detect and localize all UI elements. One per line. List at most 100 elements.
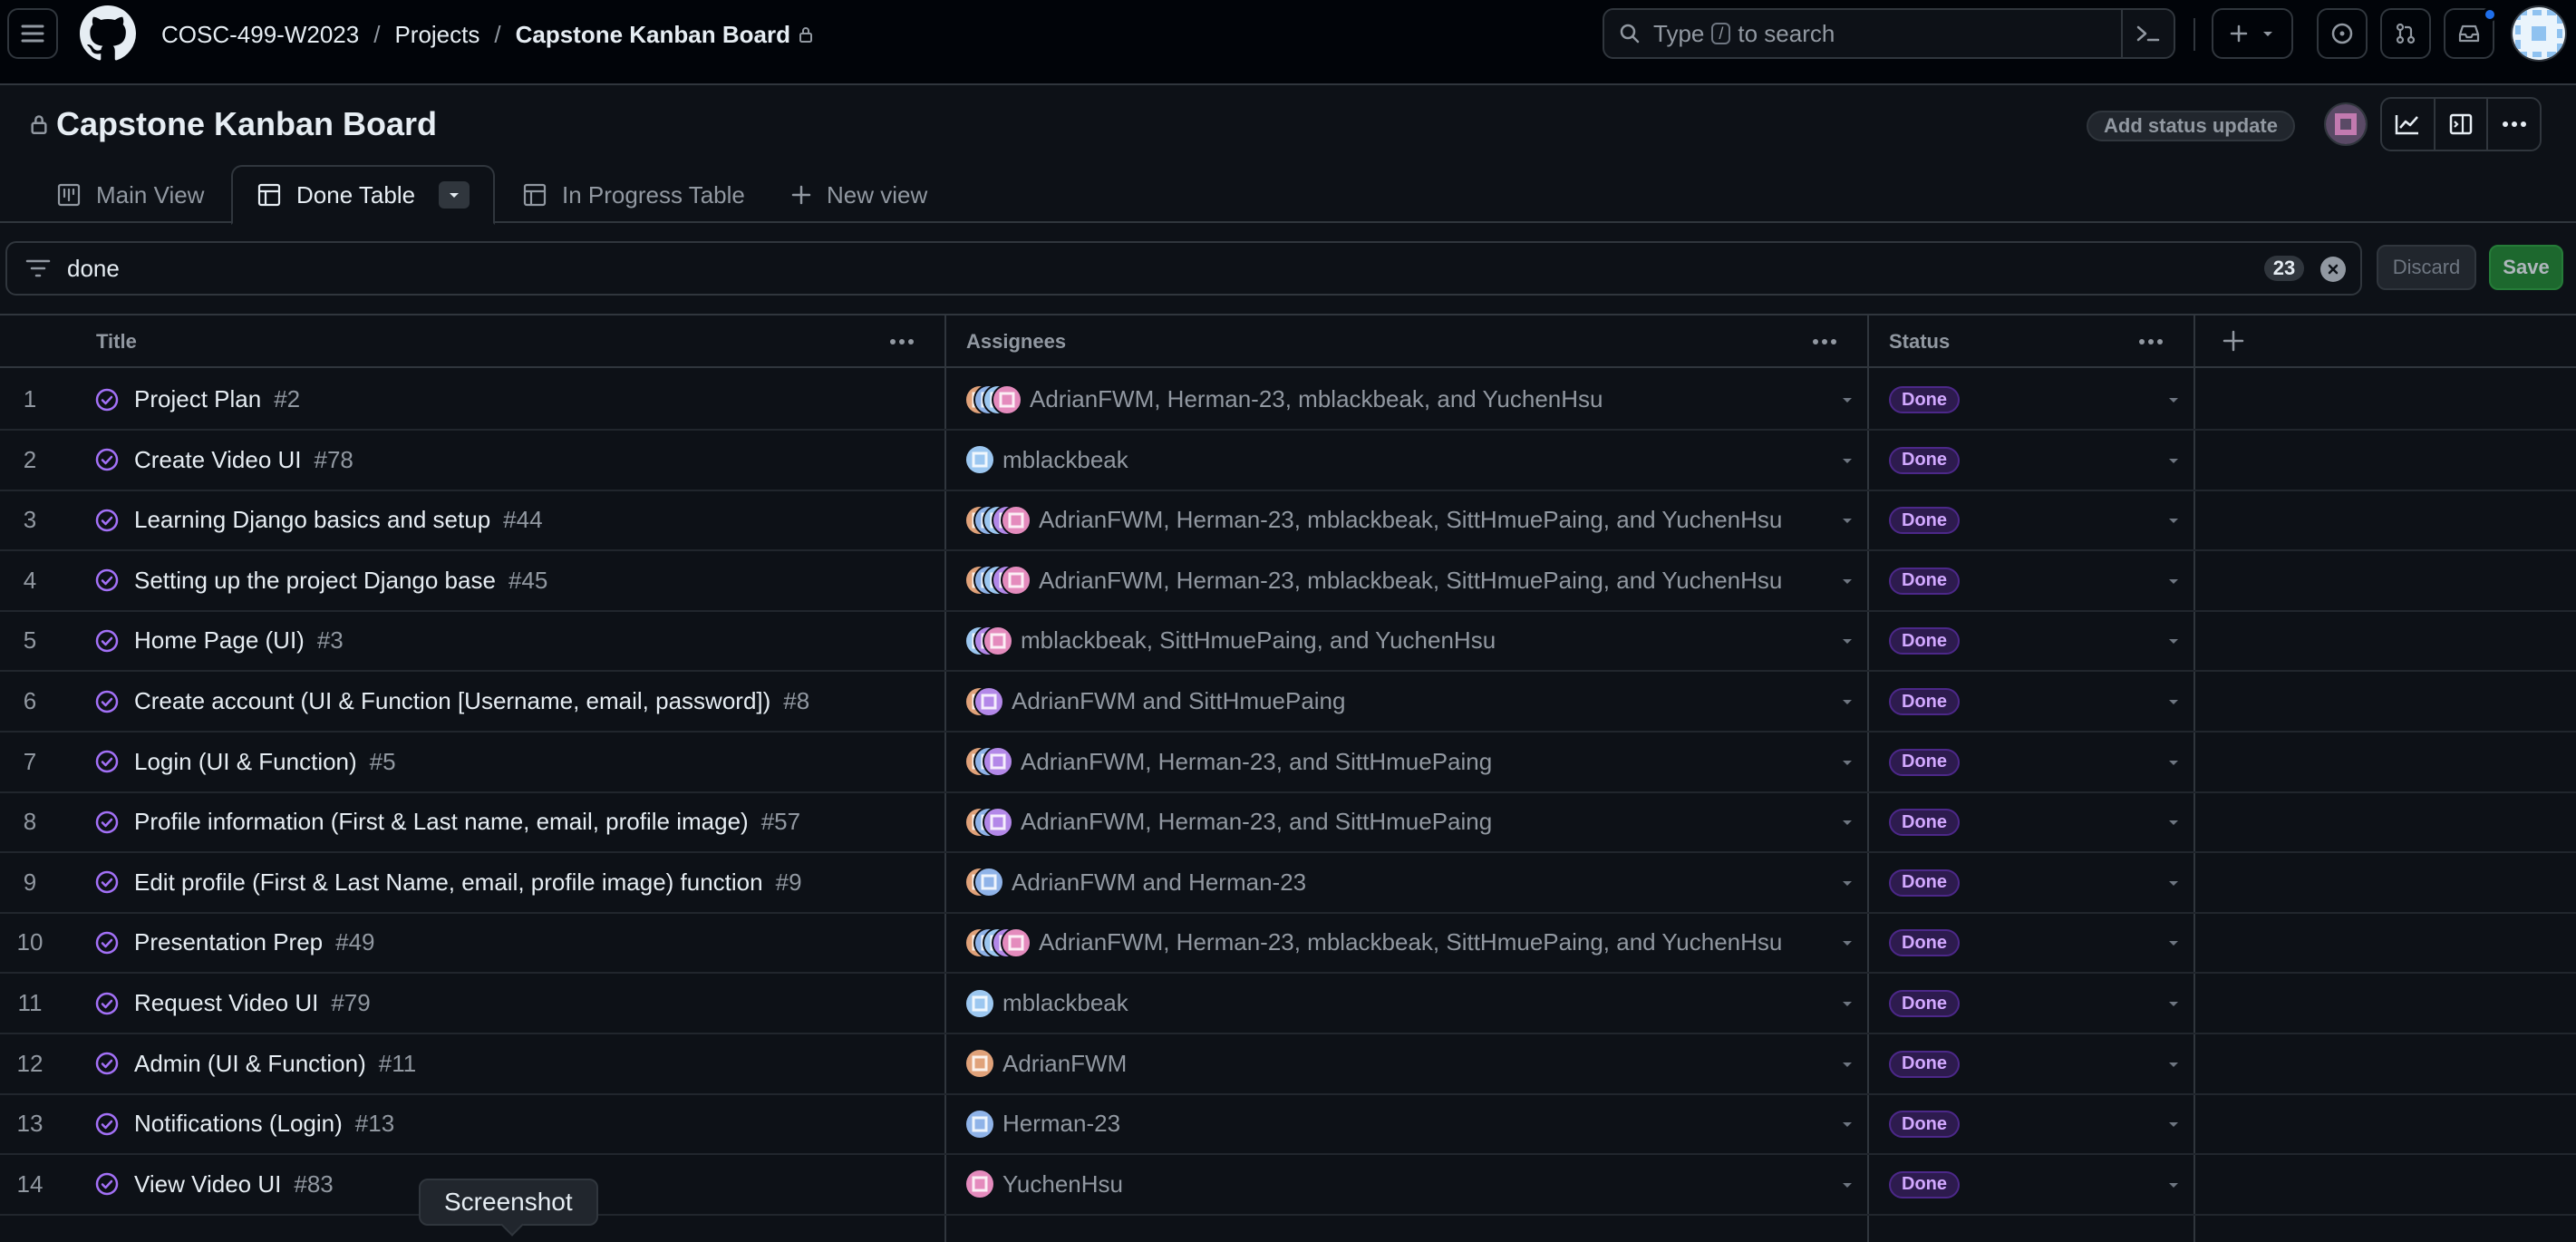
issue-title-link[interactable]: Home Page (UI) (134, 626, 305, 655)
assignees-cell[interactable]: AdrianFWM, Herman-23, and SittHmuePaing (964, 733, 1492, 791)
command-palette-button[interactable] (2121, 10, 2174, 57)
assignees-cell[interactable]: AdrianFWM and SittHmuePaing (964, 672, 1345, 731)
assignees-dropdown-icon[interactable] (1840, 819, 1855, 828)
column-menu-button[interactable] (1811, 328, 1838, 355)
table-row[interactable]: 8 Profile information (First & Last name,… (0, 792, 2576, 854)
status-dropdown-icon[interactable] (2166, 1061, 2181, 1070)
issue-title-link[interactable]: Profile information (First & Last name, … (134, 808, 749, 836)
table-row[interactable]: 14 View Video UI #83 YuchenHsu Done (0, 1155, 2576, 1216)
discard-button[interactable]: Discard (2377, 245, 2476, 290)
table-row[interactable]: 4 Setting up the project Django base #45 Ad… (0, 551, 2576, 612)
assignees-cell[interactable]: AdrianFWM, Herman-23, mblackbeak, and Yu… (964, 370, 1603, 429)
assignees-dropdown-icon[interactable] (1840, 759, 1855, 768)
clear-filter-button[interactable] (2320, 257, 2346, 282)
hamburger-menu-button[interactable] (7, 8, 58, 59)
issues-button[interactable] (2317, 8, 2368, 59)
issue-title-link[interactable]: View Video UI (134, 1170, 281, 1198)
table-row[interactable]: 5 Home Page (UI) #3 mblackbeak, SittHmuePai… (0, 611, 2576, 673)
table-row[interactable]: 10 Presentation Prep #49 AdrianFWM, Herman-… (0, 913, 2576, 975)
table-row[interactable]: 3 Learning Django basics and setup #44 Adri… (0, 490, 2576, 552)
issue-title-link[interactable]: Login (UI & Function) (134, 748, 357, 776)
status-dropdown-icon[interactable] (2166, 457, 2181, 466)
status-dropdown-icon[interactable] (2166, 517, 2181, 526)
tab-in-progress-table[interactable]: In Progress Table (522, 165, 745, 225)
assignees-dropdown-icon[interactable] (1840, 577, 1855, 587)
assignees-dropdown-icon[interactable] (1840, 517, 1855, 526)
status-dropdown-icon[interactable] (2166, 1000, 2181, 1009)
status-dropdown-icon[interactable] (2166, 759, 2181, 768)
tab-done-table[interactable]: Done Table (231, 165, 496, 225)
assignees-dropdown-icon[interactable] (1840, 879, 1855, 888)
status-dropdown-icon[interactable] (2166, 637, 2181, 646)
issue-title-link[interactable]: Admin (UI & Function) (134, 1050, 366, 1078)
table-row[interactable]: 12 Admin (UI & Function) #11 AdrianFWM Done (0, 1034, 2576, 1095)
assignees-cell[interactable]: AdrianFWM, Herman-23, and SittHmuePaing (964, 792, 1492, 851)
title-cell[interactable]: Learning Django basics and setup #44 (94, 490, 543, 549)
user-avatar[interactable] (2511, 5, 2567, 62)
add-status-update-button[interactable]: Add status update (2087, 111, 2295, 141)
breadcrumb-projects-link[interactable]: Projects (394, 21, 479, 49)
assignees-dropdown-icon[interactable] (1840, 637, 1855, 646)
filter-input[interactable]: done 23 (5, 241, 2362, 296)
tab-main-view[interactable]: Main View (56, 165, 204, 225)
assignees-cell[interactable]: mblackbeak, SittHmuePaing, and YuchenHsu (964, 611, 1496, 670)
assignees-dropdown-icon[interactable] (1840, 396, 1855, 405)
table-row[interactable]: 1 Project Plan #2 AdrianFWM, Herman-23, mbl… (0, 370, 2576, 431)
new-view-button[interactable]: New view (790, 165, 927, 225)
notifications-button[interactable] (2444, 7, 2497, 59)
assignees-dropdown-icon[interactable] (1840, 939, 1855, 948)
assignees-cell[interactable]: AdrianFWM, Herman-23, mblackbeak, SittHm… (964, 551, 1782, 610)
breadcrumb-project-link[interactable]: Capstone Kanban Board (516, 21, 790, 49)
issue-title-link[interactable]: Edit profile (First & Last Name, email, … (134, 868, 763, 897)
table-row[interactable]: 6 Create account (UI & Function [Username… (0, 672, 2576, 733)
issue-title-link[interactable]: Request Video UI (134, 989, 318, 1017)
title-cell[interactable]: Create account (UI & Function [Username,… (94, 672, 809, 731)
status-dropdown-icon[interactable] (2166, 396, 2181, 405)
save-button[interactable]: Save (2489, 245, 2563, 290)
issue-title-link[interactable]: Create Video UI (134, 446, 302, 474)
assignees-cell[interactable]: mblackbeak (964, 974, 1128, 1033)
assignees-dropdown-icon[interactable] (1840, 1000, 1855, 1009)
status-dropdown-icon[interactable] (2166, 1181, 2181, 1190)
pull-requests-button[interactable] (2380, 8, 2431, 59)
breadcrumb-org-link[interactable]: COSC-499-W2023 (161, 21, 359, 49)
table-row[interactable]: 2 Create Video UI #78 mblackbeak Done (0, 431, 2576, 491)
issue-title-link[interactable]: Notifications (Login) (134, 1110, 343, 1138)
status-dropdown-icon[interactable] (2166, 1121, 2181, 1130)
issue-title-link[interactable]: Learning Django basics and setup (134, 506, 490, 534)
status-dropdown-icon[interactable] (2166, 939, 2181, 948)
assignees-dropdown-icon[interactable] (1840, 1121, 1855, 1130)
title-cell[interactable]: Create Video UI #78 (94, 431, 353, 490)
title-cell[interactable]: View Video UI #83 (94, 1155, 334, 1214)
issue-title-link[interactable]: Presentation Prep (134, 928, 323, 956)
title-cell[interactable]: Notifications (Login) #13 (94, 1094, 394, 1153)
table-row[interactable]: 9 Edit profile (First & Last Name, email,… (0, 853, 2576, 914)
view-options-dropdown[interactable] (439, 181, 470, 209)
issue-title-link[interactable]: Project Plan (134, 385, 261, 413)
title-cell[interactable]: Request Video UI #79 (94, 974, 371, 1033)
assignees-cell[interactable]: mblackbeak (964, 431, 1128, 490)
issue-title-link[interactable]: Setting up the project Django base (134, 567, 496, 595)
column-menu-button[interactable] (2137, 328, 2164, 355)
github-logo-icon[interactable] (80, 5, 136, 62)
table-row[interactable]: 11 Request Video UI #79 mblackbeak Done (0, 974, 2576, 1034)
title-cell[interactable]: Login (UI & Function) #5 (94, 733, 396, 791)
column-header-status[interactable]: Status (1889, 315, 1950, 368)
title-cell[interactable]: Project Plan #2 (94, 370, 300, 429)
assignees-dropdown-icon[interactable] (1840, 1061, 1855, 1070)
issue-title-link[interactable]: Create account (UI & Function [Username,… (134, 687, 770, 715)
table-row[interactable]: 7 Login (UI & Function) #5 AdrianFWM, Herma… (0, 733, 2576, 793)
insights-button[interactable] (2382, 99, 2434, 150)
column-menu-button[interactable] (888, 328, 915, 355)
assignees-dropdown-icon[interactable] (1840, 1181, 1855, 1190)
status-dropdown-icon[interactable] (2166, 577, 2181, 587)
column-header-assignees[interactable]: Assignees (966, 315, 1066, 368)
title-cell[interactable]: Profile information (First & Last name, … (94, 792, 800, 851)
title-cell[interactable]: Presentation Prep #49 (94, 913, 375, 972)
title-cell[interactable]: Setting up the project Django base #45 (94, 551, 547, 610)
table-row[interactable]: 13 Notifications (Login) #13 Herman-23 Done (0, 1094, 2576, 1156)
collaborator-avatar[interactable] (2324, 102, 2368, 146)
global-search-input[interactable]: Type / to search (1603, 8, 2175, 59)
title-cell[interactable]: Edit profile (First & Last Name, email, … (94, 853, 802, 912)
assignees-cell[interactable]: AdrianFWM, Herman-23, mblackbeak, SittHm… (964, 913, 1782, 972)
